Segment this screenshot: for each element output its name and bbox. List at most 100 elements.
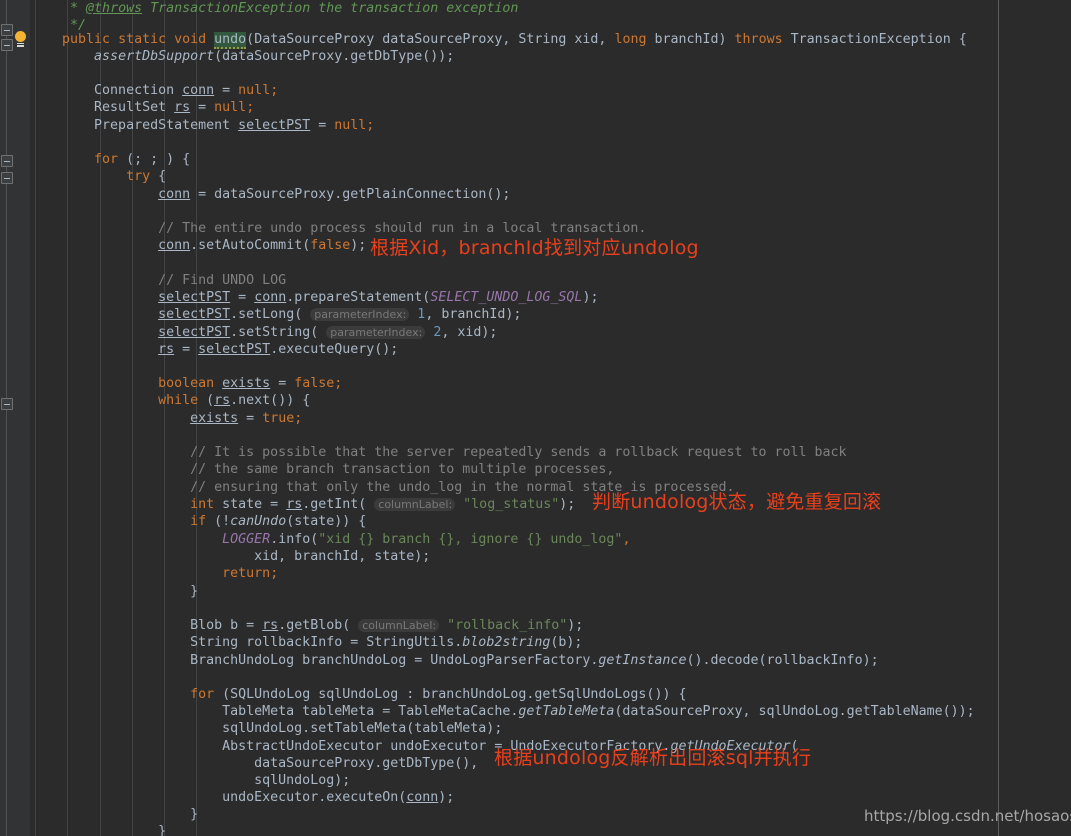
code-line[interactable]: try { [30, 168, 166, 185]
code-line[interactable]: // the same branch transaction to multip… [30, 461, 614, 478]
code-token-def [30, 238, 158, 253]
code-token-def [30, 152, 94, 167]
code-token-sem: ; [334, 376, 343, 391]
code-line[interactable]: TableMeta tableMeta = TableMetaCache.get… [30, 703, 975, 720]
code-token-fld: selectPST [158, 307, 231, 322]
intention-bulb-icon[interactable] [14, 31, 27, 47]
code-line[interactable]: * @throws TransactionException the trans… [30, 0, 518, 17]
code-token-def [30, 32, 62, 47]
code-token-def: = [190, 100, 215, 115]
code-token-kw: long [614, 32, 647, 47]
code-line[interactable]: // Find UNDO LOG [30, 272, 286, 289]
code-line[interactable]: Blob b = rs.getBlob( columnLabel: "rollb… [30, 617, 583, 634]
code-line[interactable]: undoExecutor.executeOn(conn); [30, 789, 454, 806]
code-token-kw: while [158, 393, 199, 408]
code-token-def: (b); [550, 635, 583, 650]
code-token-def: = [174, 342, 199, 357]
code-token-mstat: getInstance [598, 653, 687, 668]
code-token-fld: rs [214, 393, 231, 408]
code-line[interactable]: } [30, 583, 198, 600]
code-token-sem: ; [270, 83, 279, 98]
code-line[interactable]: sqlUndoLog.setTableMeta(tableMeta); [30, 720, 502, 737]
code-token-def: ResultSet [30, 100, 175, 115]
fold-marker-icon[interactable] [1, 155, 13, 167]
code-line[interactable]: boolean exists = false; [30, 375, 342, 392]
code-token-sem: ; [294, 411, 303, 426]
code-line[interactable]: rs = selectPST.executeQuery(); [30, 341, 398, 358]
code-token-def: = [214, 83, 239, 98]
code-line[interactable]: PreparedStatement selectPST = null; [30, 117, 374, 134]
code-line[interactable]: // It is possible that the server repeat… [30, 444, 846, 461]
code-token-def: sqlUndoLog); [30, 773, 351, 788]
fold-marker-icon[interactable] [1, 172, 13, 184]
code-line[interactable]: BranchUndoLog branchUndoLog = UndoLogPar… [30, 652, 879, 669]
fold-marker-icon[interactable] [1, 24, 13, 36]
code-line[interactable]: } [30, 823, 166, 836]
code-line[interactable]: selectPST = conn.prepareStatement(SELECT… [30, 289, 598, 306]
code-line[interactable]: } [30, 806, 198, 823]
code-token-def: ); [559, 497, 576, 512]
code-token-def: DataSourceProxy dataSourceProxy, [254, 32, 519, 47]
code-token-hint: parameterIndex: [310, 308, 410, 321]
code-token-fld: rs [262, 618, 279, 633]
code-token-fld: selectPST [198, 342, 271, 357]
code-line[interactable]: while (rs.next()) { [30, 392, 310, 409]
code-token-def: (; ; ) { [118, 152, 191, 167]
code-line[interactable]: for (; ; ) { [30, 151, 190, 168]
code-token-def: (state)) { [286, 514, 367, 529]
code-token-def [30, 411, 190, 426]
code-token-def: = [310, 118, 335, 133]
code-token-mstat: getTableMeta [518, 704, 615, 719]
code-token-def: BranchUndoLog branchUndoLog = UndoLogPar… [30, 653, 599, 668]
code-surface[interactable]: * @throws TransactionException the trans… [30, 0, 1071, 836]
code-token-fld: conn [254, 290, 287, 305]
editor-gutter[interactable] [0, 0, 30, 836]
code-token-def [30, 325, 158, 340]
code-token-def [30, 514, 190, 529]
code-line[interactable]: conn = dataSourceProxy.getPlainConnectio… [30, 186, 510, 203]
code-token-sem: , [622, 532, 631, 547]
code-token-stat: LOGGER [222, 532, 271, 547]
code-token-mstat: blob2string [462, 635, 551, 650]
code-token-def [30, 497, 190, 512]
code-line[interactable]: xid, branchId, state); [30, 548, 430, 565]
code-token-def: .getBlob( [278, 618, 359, 633]
code-token-def: String xid, [518, 32, 615, 47]
fold-marker-icon[interactable] [1, 39, 13, 51]
code-token-kw: if [190, 514, 207, 529]
code-token-fld: selectPST [238, 118, 311, 133]
code-token-def: state = [214, 497, 287, 512]
code-line[interactable]: ResultSet rs = null; [30, 99, 254, 116]
code-token-def: Blob b = [30, 618, 263, 633]
code-line[interactable]: int state = rs.getInt( columnLabel: "log… [30, 496, 575, 513]
code-token-def: .setLong( [230, 307, 311, 322]
code-line[interactable]: public static void undo(DataSourceProxy … [30, 31, 967, 49]
code-token-doc: * [30, 1, 87, 16]
code-line[interactable]: selectPST.setLong( parameterIndex: 1, br… [30, 306, 521, 323]
code-line[interactable]: assertDbSupport(dataSourceProxy.getDbTyp… [30, 48, 454, 65]
code-token-fld: conn [158, 238, 191, 253]
code-line[interactable]: String rollbackInfo = StringUtils.blob2s… [30, 634, 582, 651]
code-line[interactable]: selectPST.setString( parameterIndex: 2, … [30, 324, 497, 341]
code-token-cmt: // the same branch transaction to multip… [30, 462, 615, 477]
code-line[interactable]: sqlUndoLog); [30, 772, 350, 789]
code-token-kw: null [334, 118, 367, 133]
code-token-str: "xid {} branch {}, ignore {} undo_log" [318, 532, 623, 547]
code-line[interactable]: Connection conn = null; [30, 82, 278, 99]
code-token-fld: selectPST [158, 290, 231, 305]
code-token-def: .next()) { [230, 393, 311, 408]
code-token-def [30, 376, 158, 391]
code-token-def [30, 49, 94, 64]
code-line[interactable]: if (!canUndo(state)) { [30, 513, 366, 530]
code-token-kw: try [126, 169, 151, 184]
code-line[interactable]: exists = true; [30, 410, 302, 427]
code-line[interactable]: return; [30, 565, 278, 582]
code-line[interactable]: LOGGER.info("xid {} branch {}, ignore {}… [30, 531, 630, 548]
code-token-fld: rs [286, 497, 303, 512]
fold-marker-icon[interactable] [1, 398, 13, 410]
code-line[interactable]: dataSourceProxy.getDbType(), [30, 755, 478, 772]
code-line[interactable]: for (SQLUndoLog sqlUndoLog : branchUndoL… [30, 686, 686, 703]
code-token-def: (dataSourceProxy, sqlUndoLog.getTableNam… [614, 704, 975, 719]
code-line[interactable]: conn.setAutoCommit(false); [30, 237, 366, 254]
code-editor[interactable]: * @throws TransactionException the trans… [0, 0, 1071, 836]
